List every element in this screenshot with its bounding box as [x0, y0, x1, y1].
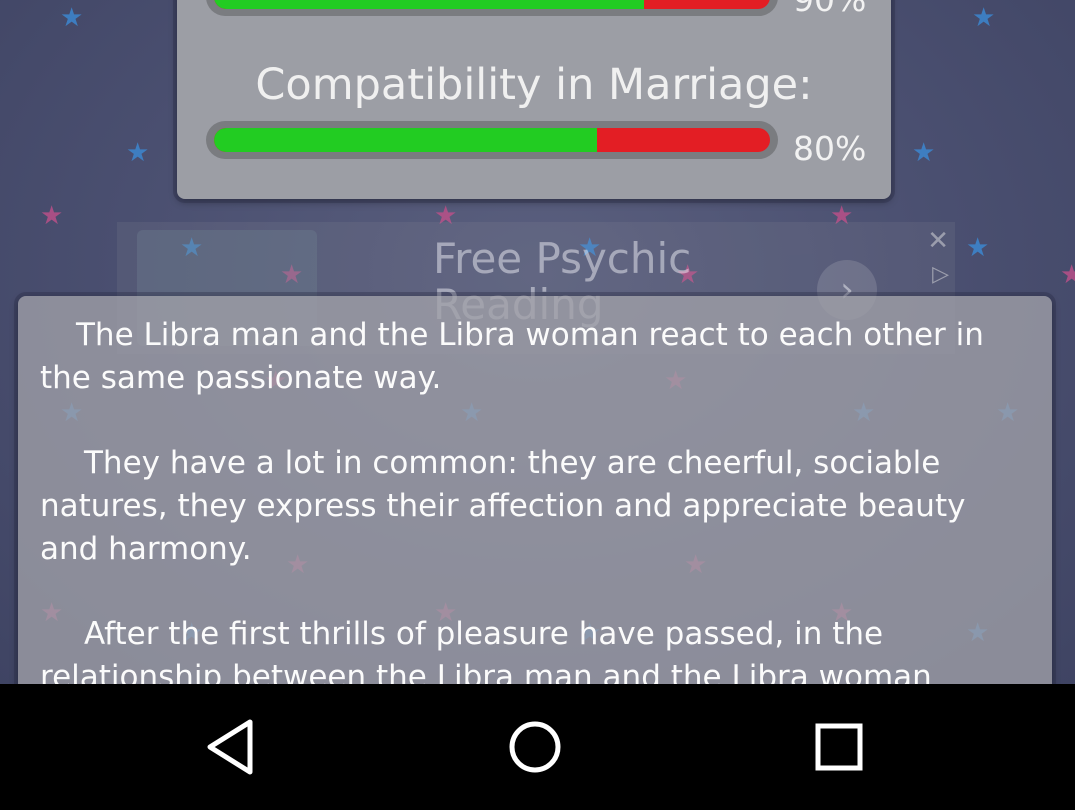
- star-icon: ★: [912, 138, 936, 168]
- star-icon: ★: [40, 201, 64, 231]
- compat-row-marriage: 80%: [177, 121, 891, 168]
- description-paragraph: They have a lot in common: they are chee…: [40, 445, 966, 567]
- star-icon: ★: [60, 3, 84, 33]
- recents-icon[interactable]: [804, 712, 874, 782]
- description-card: The Libra man and the Libra woman react …: [18, 296, 1052, 684]
- home-icon[interactable]: [500, 712, 570, 782]
- star-icon: ★: [1060, 260, 1075, 290]
- description-paragraph: The Libra man and the Libra woman react …: [40, 317, 984, 396]
- percent-label: 90%: [793, 0, 866, 19]
- ad-choices-icon[interactable]: ▷: [932, 262, 949, 287]
- percent-label: 80%: [793, 129, 867, 168]
- progress-fill: [214, 0, 645, 9]
- progress-fill: [214, 128, 597, 152]
- progress-bar: [206, 121, 778, 159]
- star-icon: ★: [966, 233, 990, 263]
- back-icon[interactable]: [198, 712, 268, 782]
- compat-marriage-title: Compatibility in Marriage:: [255, 60, 813, 110]
- progress-bar: [206, 0, 778, 16]
- close-icon[interactable]: ✕: [927, 226, 949, 256]
- app-screen: ★★★★★★★★★★★★★★★★★★★★★★★★★★★★★ 90% Compat…: [0, 0, 1075, 684]
- navigation-bar: [0, 684, 1075, 810]
- compat-row-previous: 90%: [177, 0, 891, 20]
- star-icon: ★: [972, 3, 996, 33]
- description-paragraph: After the first thrills of pleasure have…: [40, 616, 932, 684]
- star-icon: ★: [126, 138, 150, 168]
- compatibility-card: 90% Compatibility in Marriage: 80%: [177, 0, 891, 199]
